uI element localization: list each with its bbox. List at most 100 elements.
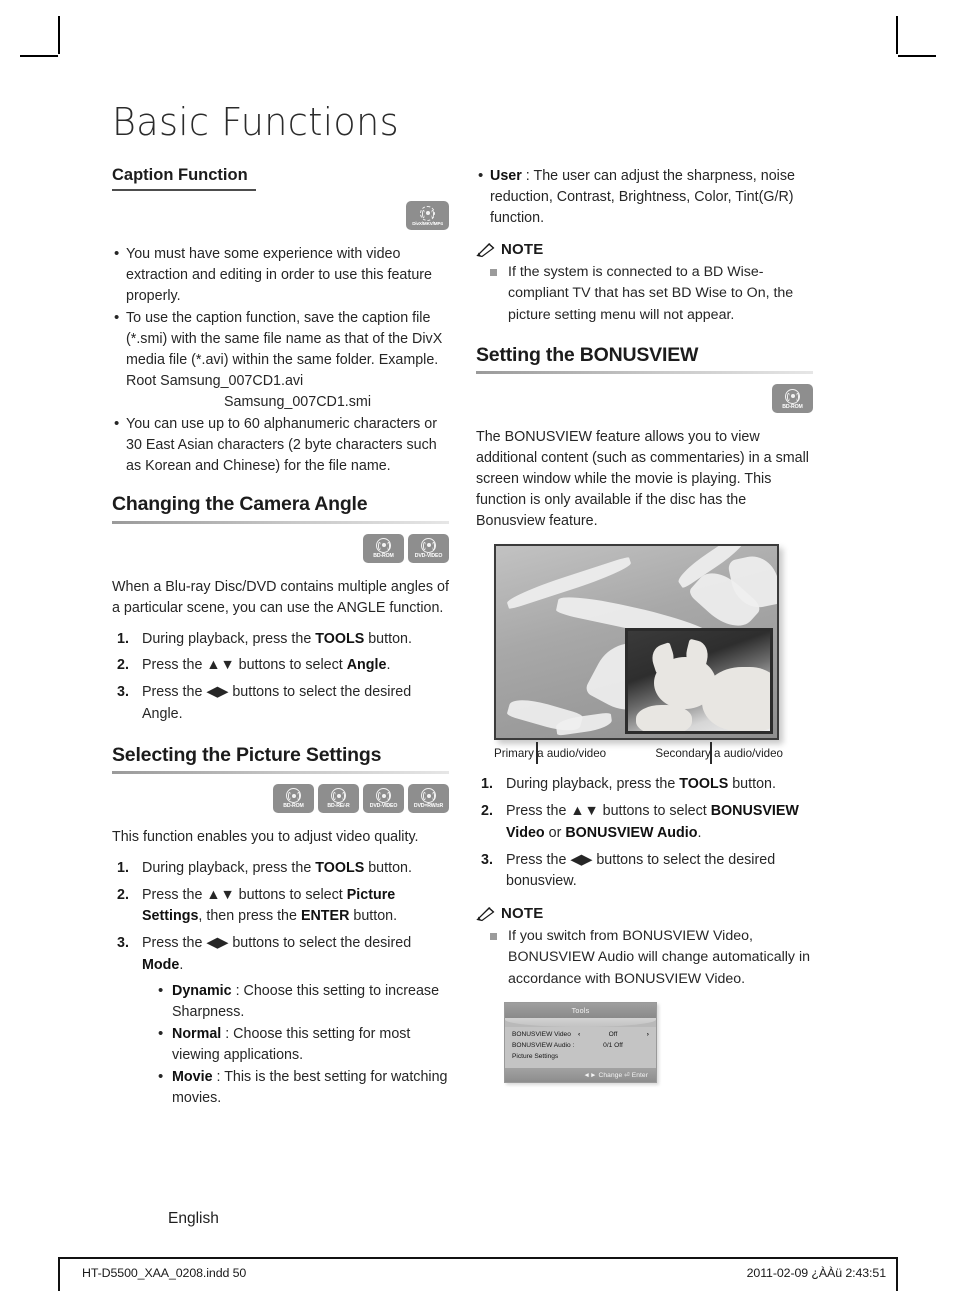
- disc-icon-label: BD-ROM: [283, 803, 304, 810]
- mode-name: Movie: [172, 1068, 213, 1085]
- note-label: NOTE: [501, 905, 544, 923]
- osd-menu-list: BONUSVIEW Video ‹ Off › BONUSVIEW Audio …: [505, 1026, 656, 1068]
- right-column: User : The user can adjust the sharpness…: [476, 165, 813, 1083]
- divx-mkv-mp4-icon: DivX/MKV/MP4: [406, 201, 449, 230]
- step-text: Press the ▲▼ buttons to select: [142, 886, 347, 903]
- heading-bonusview: Setting the BONUSVIEW: [476, 343, 699, 366]
- list-item: To use the caption function, save the ca…: [112, 307, 449, 413]
- list-item: You can use up to 60 alphanumeric charac…: [112, 413, 449, 477]
- camera-angle-intro: When a Blu-ray Disc/DVD contains multipl…: [112, 578, 449, 616]
- heading-rule: [476, 371, 813, 375]
- bd-rom-icon: BD-ROM: [273, 783, 314, 813]
- bd-rom-icon: BD-ROM: [772, 384, 813, 414]
- disc-icon-label: DVD-VIDEO: [369, 803, 398, 810]
- bd-rom-icon: BD-ROM: [363, 533, 404, 563]
- primary-video-frame: [494, 544, 779, 741]
- list-item: Press the ◀▶ buttons to select the desir…: [112, 933, 449, 1109]
- disc-icon-row-picture: BD-ROM BD-RE/-R DVD-VIDEO DVD=RW/±R: [112, 783, 449, 813]
- step-emphasis: TOOLS: [315, 859, 365, 876]
- list-item: If you switch from BONUSVIEW Video, BONU…: [490, 926, 813, 990]
- disc-glyph: [421, 537, 436, 553]
- dvd-rw-r-icon: DVD=RW/±R: [408, 783, 449, 813]
- pencil-icon: [476, 906, 495, 921]
- mode-name: Dynamic: [172, 982, 232, 999]
- leader-line-primary: [536, 742, 538, 765]
- osd-row-picture-settings: Picture Settings: [512, 1053, 649, 1060]
- left-column: Caption Function DivX/MKV/MP4 You must h…: [112, 166, 449, 1117]
- list-item: Press the ◀▶ buttons to select the desir…: [112, 682, 449, 725]
- step-text-tail: button.: [349, 908, 398, 925]
- dvd-video-icon: DVD-VIDEO: [363, 783, 404, 813]
- step-emphasis: TOOLS: [315, 630, 365, 647]
- step-emphasis: TOOLS: [679, 776, 729, 793]
- list-item: Movie : This is the best setting for wat…: [156, 1066, 449, 1109]
- list-item: Press the ▲▼ buttons to select Angle.: [112, 655, 449, 677]
- osd-curve-divider: [505, 1017, 656, 1027]
- secondary-video-pip: [625, 628, 773, 735]
- step-text: During playback, press the: [142, 630, 316, 647]
- osd-key: BONUSVIEW Video: [512, 1030, 571, 1038]
- osd-row-bonusview-audio: BONUSVIEW Audio : 0/1 Off: [512, 1042, 649, 1049]
- step-text-mid: , then press the: [198, 908, 301, 925]
- step-text-tail: button.: [364, 859, 412, 876]
- heading-rule: [112, 770, 449, 774]
- caption-function-bullets: You must have some experience with video…: [112, 243, 449, 477]
- language-label: English: [168, 1210, 219, 1227]
- footer-divider: [58, 1257, 898, 1259]
- step-emphasis-2: ENTER: [300, 908, 350, 925]
- heading-rule: [112, 520, 449, 524]
- disc-icon-label: DivX/MKV/MP4: [412, 220, 443, 226]
- tools-osd-screenshot: Tools BONUSVIEW Video ‹ Off › BONUSVIEW …: [504, 1001, 657, 1083]
- list-item: Press the ◀▶ buttons to select the desir…: [481, 850, 776, 890]
- bullet-continuation: Samsung_007CD1.smi: [224, 394, 372, 411]
- osd-title: Tools: [505, 1002, 656, 1018]
- step-text: During playback, press the: [506, 776, 680, 793]
- footer-filename: HT-D5500_XAA_0208.indd 50: [82, 1266, 247, 1280]
- caption-primary: Primary a audio/video: [494, 747, 607, 761]
- list-item: During playback, press the TOOLS button.: [476, 774, 813, 796]
- osd-row-bonusview-video: BONUSVIEW Video ‹ Off ›: [512, 1031, 649, 1038]
- disc-glyph: [420, 205, 435, 221]
- disc-icon-label: BD-RE/-R: [327, 803, 350, 810]
- step-text: Press the ◀▶ buttons to select the desir…: [142, 684, 412, 701]
- note-list-2: If you switch from BONUSVIEW Video, BONU…: [490, 926, 813, 990]
- osd-value: 0/1 Off: [603, 1042, 623, 1050]
- disc-icon-row-angle: BD-ROM DVD-VIDEO: [112, 533, 449, 563]
- camera-angle-steps: During playback, press the TOOLS button.…: [112, 629, 449, 726]
- bd-re-r-icon: BD-RE/-R: [318, 783, 359, 813]
- user-mode-bullet: User : The user can adjust the sharpness…: [476, 165, 813, 229]
- list-item: Press the ▲▼ buttons to select BONUSVIEW…: [476, 801, 813, 844]
- disc-icon-row-bonusview: BD-ROM: [476, 384, 813, 414]
- step-text: Press the ◀▶ buttons to select the desir…: [142, 935, 412, 952]
- step-emphasis-2: BONUSVIEW Audio: [565, 824, 698, 841]
- heading-picture-settings: Selecting the Picture Settings: [112, 743, 382, 766]
- step-text-tail: .: [386, 657, 391, 674]
- bonusview-illustration: [494, 544, 813, 765]
- heading-camera-angle: Changing the Camera Angle: [112, 493, 368, 516]
- list-item: If the system is connected to a BD Wise-…: [490, 262, 813, 326]
- disc-icon-row-caption: DivX/MKV/MP4: [112, 201, 449, 230]
- bonusview-steps: During playback, press the TOOLS button.…: [476, 774, 813, 893]
- list-item: Press the ▲▼ buttons to select Picture S…: [112, 885, 449, 928]
- heading-underline: [112, 189, 256, 191]
- osd-key: Picture Settings: [512, 1053, 559, 1061]
- chevron-right-icon: ›: [646, 1030, 649, 1038]
- list-item: You must have some experience with video…: [112, 243, 449, 307]
- list-item: User : The user can adjust the sharpness…: [476, 165, 813, 229]
- manual-page: Basic Functions Caption Function DivX/MK…: [0, 0, 954, 1307]
- bullet-text: To use the caption function, save the ca…: [126, 310, 443, 390]
- step-text: Press the ▲▼ buttons to select: [142, 657, 347, 674]
- mode-name: User: [490, 168, 522, 184]
- chevron-left-icon: ‹: [578, 1030, 581, 1038]
- list-item: Normal : Choose this setting for most vi…: [156, 1023, 449, 1066]
- leader-line-secondary: [710, 742, 712, 765]
- note-header: NOTE: [476, 241, 813, 258]
- picture-mode-list: Dynamic : Choose this setting to increas…: [156, 980, 449, 1109]
- footer-timestamp: 2011-02-09 ¿ÀÀü 2:43:51: [746, 1266, 886, 1280]
- list-item: Dynamic : Choose this setting to increas…: [156, 980, 449, 1023]
- step-emphasis: Angle: [346, 657, 387, 674]
- disc-glyph: [376, 537, 391, 553]
- step-text-tail: button.: [364, 630, 412, 647]
- page-title: Basic Functions: [112, 100, 399, 144]
- step-text-tail: .: [697, 824, 702, 841]
